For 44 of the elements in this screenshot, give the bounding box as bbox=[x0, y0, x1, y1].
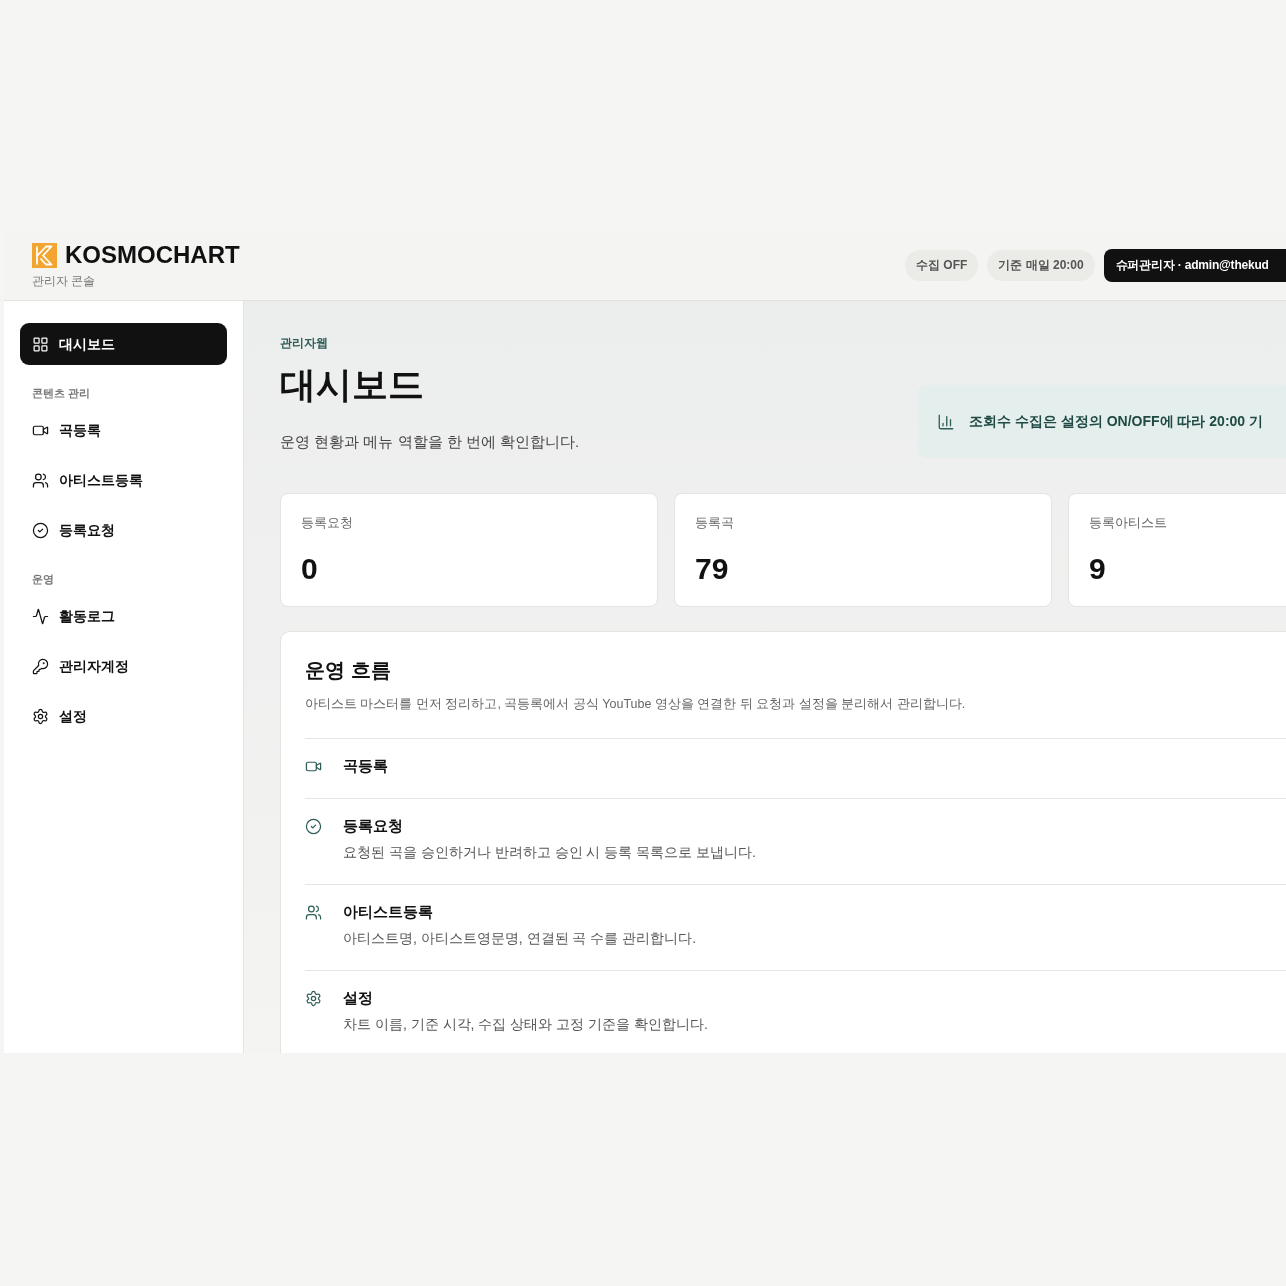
layout-grid-icon bbox=[32, 335, 49, 353]
check-circle-icon bbox=[32, 521, 49, 539]
eyebrow-label: 관리자웹 bbox=[280, 335, 329, 351]
stat-label: 등록곡 bbox=[695, 515, 734, 531]
key-icon bbox=[32, 657, 49, 675]
nav-item[interactable]: 아티스트등록 bbox=[20, 459, 227, 501]
users-icon bbox=[305, 903, 322, 921]
nav-item[interactable]: 대시보드 bbox=[20, 323, 227, 365]
pulse-line-icon bbox=[32, 607, 49, 625]
nav-item[interactable]: 곡등록 bbox=[20, 409, 227, 451]
stat-value: 9 bbox=[1089, 551, 1106, 587]
step-description: 요청된 곡을 승인하거나 반려하고 승인 시 등록 목록으로 보냅니다. bbox=[343, 843, 756, 862]
settings-icon bbox=[32, 707, 49, 725]
nav-item[interactable]: 설정 bbox=[20, 695, 227, 737]
panel-title: 운영 흐름 bbox=[305, 658, 392, 683]
brand-subtitle: 관리자 콘솔 bbox=[32, 273, 97, 289]
section-label: 운영 bbox=[31, 573, 55, 585]
step-title: 설정 bbox=[343, 988, 374, 1008]
logo-icon bbox=[32, 242, 57, 268]
stat-value: 0 bbox=[301, 551, 318, 587]
check-circle-icon bbox=[305, 817, 322, 835]
step-title: 아티스트등록 bbox=[343, 902, 434, 922]
page-title: 대시보드 bbox=[280, 363, 425, 407]
panel-description: 아티스트 마스터를 먼저 정리하고, 곡등록에서 공식 YouTube 영상을 연결한 뒤 요청과 설정을 분리해서 관리합니다. bbox=[305, 696, 967, 713]
section-label: 콘텐츠 관리 bbox=[31, 387, 92, 399]
page-description: 운영 현황과 메뉴 역할을 한 번에 확인합니다. bbox=[280, 432, 580, 452]
stat-label: 등록아티스트 bbox=[1089, 515, 1167, 531]
step-title: 등록요청 bbox=[343, 816, 404, 836]
bar-chart-icon bbox=[937, 412, 955, 431]
status-pill: 수집 OFF bbox=[905, 249, 979, 281]
step-description: 차트 이름, 기준 시각, 수집 상태와 고정 기준을 확인합니다. bbox=[343, 1015, 708, 1034]
users-icon bbox=[32, 471, 49, 489]
step-description: 아티스트명, 아티스트영문명, 연결된 곡 수를 관리합니다. bbox=[343, 929, 697, 948]
step-title: 곡등록 bbox=[343, 756, 388, 776]
account-badge[interactable]: 슈퍼관리자 · admin@thekud bbox=[1103, 248, 1286, 282]
stat-value: 79 bbox=[695, 551, 729, 587]
brand-name: KOSMOCHART bbox=[65, 242, 240, 268]
notice-text: 조회수 수집은 설정의 ON/OFF에 따라 20:00 기 bbox=[969, 412, 1264, 431]
nav-item[interactable]: 관리자계정 bbox=[20, 645, 227, 687]
status-pill: 기준 매일 20:00 bbox=[987, 249, 1095, 281]
nav-item[interactable]: 등록요청 bbox=[20, 509, 227, 551]
nav-item[interactable]: 활동로그 bbox=[20, 595, 227, 637]
stat-label: 등록요청 bbox=[301, 515, 353, 531]
settings-icon bbox=[305, 989, 322, 1007]
